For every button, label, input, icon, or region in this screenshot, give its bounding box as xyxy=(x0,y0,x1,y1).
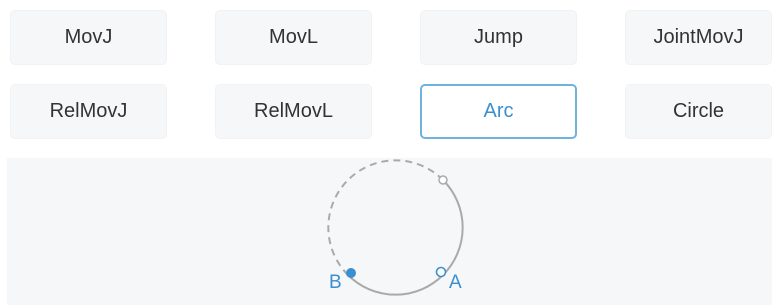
arc-point-b xyxy=(346,268,356,278)
arc-mid-point xyxy=(438,175,448,185)
motion-mode-panel: MovJ MovL Jump JointMovJ RelMovJ RelMovL… xyxy=(0,0,772,305)
movj-button[interactable]: MovJ xyxy=(10,10,167,65)
movl-button[interactable]: MovL xyxy=(215,10,372,65)
arc-preview-diagram: B A xyxy=(327,159,464,296)
arc-button[interactable]: Arc xyxy=(420,84,577,139)
circle-button[interactable]: Circle xyxy=(625,84,772,139)
relmovj-button[interactable]: RelMovJ xyxy=(10,84,167,139)
arc-path-dashed xyxy=(327,159,444,276)
point-a-label: A xyxy=(449,272,462,293)
motion-preview-panel: B A xyxy=(7,158,772,305)
arc-path-solid xyxy=(347,179,464,296)
arc-point-a xyxy=(435,266,447,278)
jointmovj-button[interactable]: JointMovJ xyxy=(625,10,772,65)
relmovl-button[interactable]: RelMovL xyxy=(215,84,372,139)
jump-button[interactable]: Jump xyxy=(420,10,577,65)
point-b-label: B xyxy=(329,272,342,293)
